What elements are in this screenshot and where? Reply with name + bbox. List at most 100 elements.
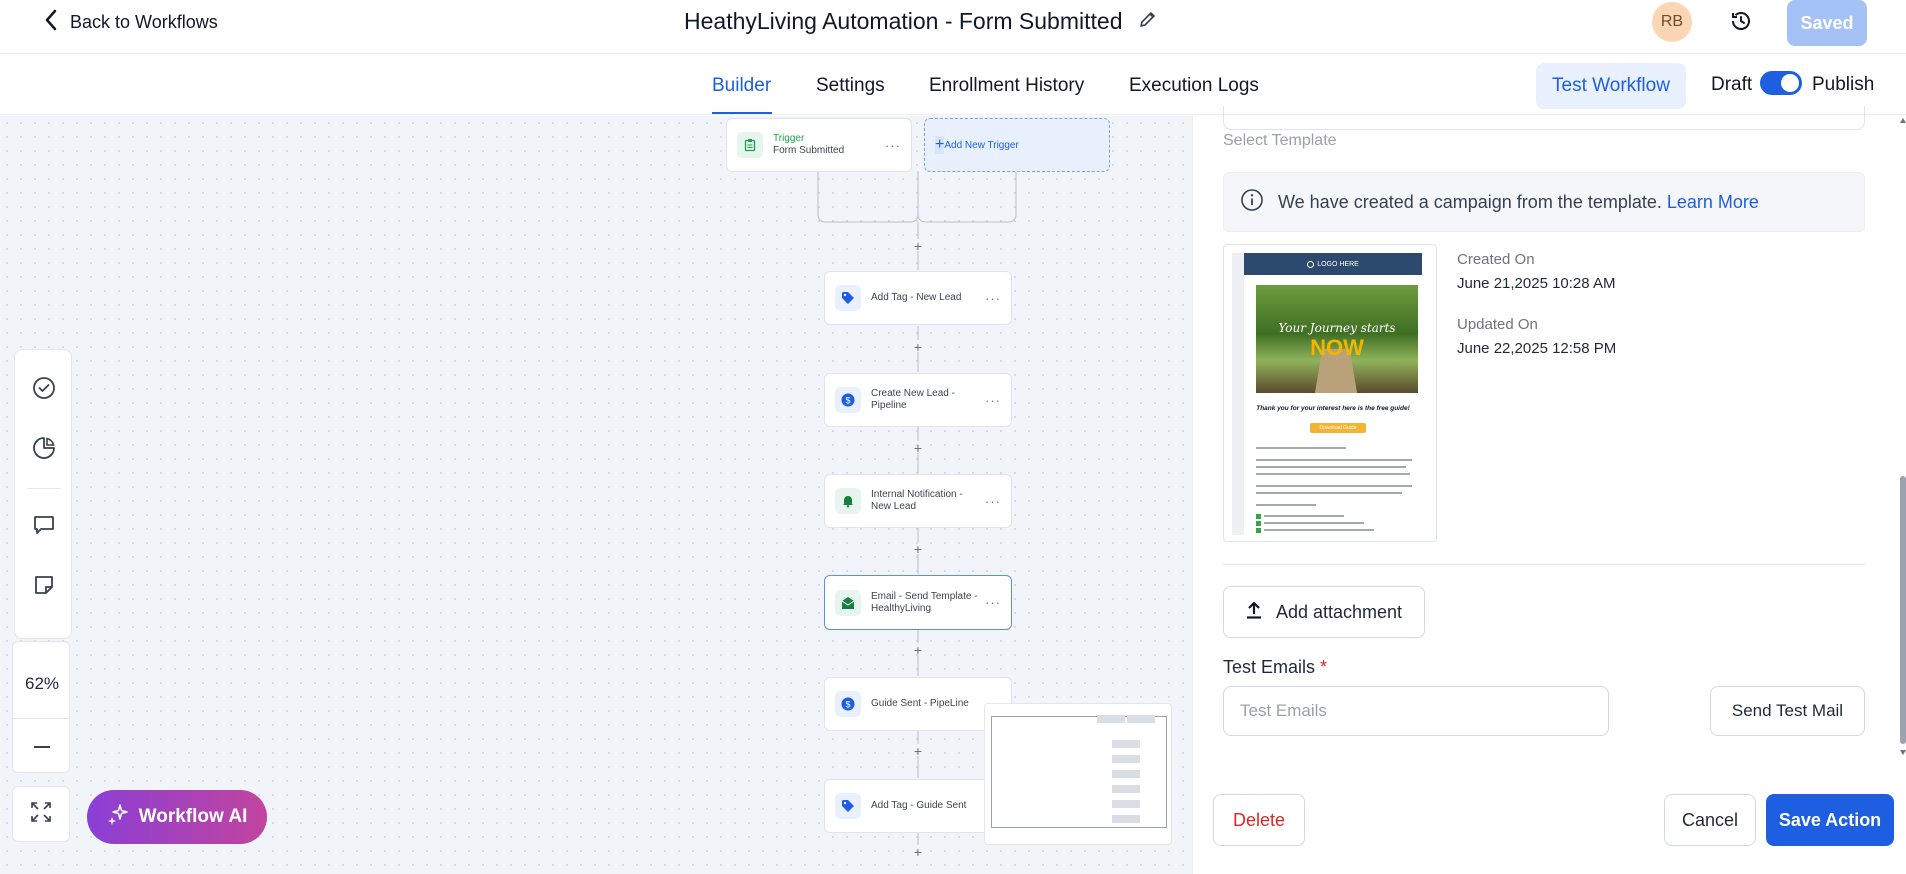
info-message: We have created a campaign from the temp… bbox=[1278, 191, 1662, 212]
workflow-title-text: HeathyLiving Automation - Form Submitted bbox=[684, 7, 1123, 34]
scroll-down-icon[interactable] bbox=[1900, 750, 1906, 755]
check-icon bbox=[1256, 521, 1261, 526]
preview-hero-big: NOW bbox=[1310, 335, 1364, 360]
workflow-canvas[interactable]: Trigger Form Submitted ··· + Add New Tri… bbox=[0, 116, 1192, 874]
workflow-node[interactable]: Internal Notification - New Lead ··· bbox=[824, 474, 1012, 528]
preview-text-line bbox=[1264, 515, 1344, 517]
workflow-node-selected[interactable]: Email - Send Template - HealthyLiving ··… bbox=[824, 575, 1012, 630]
preview-thanks: Thank you for your interest here is the … bbox=[1256, 405, 1410, 412]
template-select-field[interactable] bbox=[1223, 106, 1865, 130]
workflow-ai-button[interactable]: Workflow AI bbox=[87, 790, 267, 844]
add-attachment-label: Add attachment bbox=[1275, 601, 1403, 622]
scroll-thumb[interactable] bbox=[1900, 476, 1906, 744]
add-step-plus-icon[interactable]: + bbox=[912, 542, 924, 556]
preview-text-line bbox=[1256, 504, 1316, 506]
test-emails-label: Test Emails * bbox=[1223, 657, 1327, 678]
created-on-label: Created On bbox=[1457, 251, 1535, 268]
preview-text-line bbox=[1256, 485, 1412, 487]
learn-more-link[interactable]: Learn More bbox=[1667, 192, 1759, 212]
delete-button[interactable]: Delete bbox=[1213, 794, 1305, 846]
preview-text-line bbox=[1256, 459, 1412, 461]
check-icon bbox=[1256, 528, 1261, 533]
preview-hero-image: Your Journey starts NOW bbox=[1256, 285, 1418, 393]
info-text: We have created a campaign from the temp… bbox=[1278, 192, 1759, 213]
tag-icon bbox=[835, 793, 861, 819]
add-step-plus-icon[interactable]: + bbox=[912, 845, 924, 859]
save-action-button[interactable]: Save Action bbox=[1766, 794, 1894, 846]
test-emails-input[interactable] bbox=[1223, 686, 1609, 736]
more-options-icon[interactable]: ··· bbox=[985, 494, 1001, 509]
workflow-node[interactable]: $ Create New Lead - Pipeline ··· bbox=[824, 373, 1012, 427]
trigger-node[interactable]: Trigger Form Submitted ··· bbox=[726, 118, 912, 172]
top-bar: Back to Workflows HeathyLiving Automatio… bbox=[0, 0, 1906, 54]
more-options-icon[interactable]: ··· bbox=[985, 595, 1001, 610]
preview-hero-script: Your Journey starts bbox=[1278, 321, 1396, 335]
avatar[interactable]: RB bbox=[1652, 2, 1692, 42]
more-options-icon[interactable]: ··· bbox=[885, 138, 901, 153]
minimap-viewport[interactable] bbox=[991, 716, 1167, 828]
minimap-node bbox=[1112, 815, 1140, 823]
expand-icon bbox=[30, 801, 52, 828]
zoom-out-icon[interactable] bbox=[34, 746, 50, 748]
svg-text:$: $ bbox=[845, 396, 850, 406]
active-tab-indicator bbox=[712, 112, 772, 114]
logo-icon bbox=[1307, 260, 1315, 268]
workflow-node[interactable]: Add Tag - New Lead ··· bbox=[824, 271, 1012, 325]
pencil-icon[interactable] bbox=[1138, 8, 1158, 35]
preview-text-line bbox=[1264, 522, 1364, 524]
tab-settings[interactable]: Settings bbox=[816, 75, 885, 97]
minimap[interactable] bbox=[984, 703, 1172, 845]
info-icon bbox=[1240, 188, 1264, 217]
add-step-plus-icon[interactable]: + bbox=[912, 744, 924, 758]
plus-icon: + bbox=[935, 136, 945, 154]
tag-icon bbox=[835, 285, 861, 311]
node-label: Add Tag - Guide Sent bbox=[871, 800, 967, 811]
check-circle-icon[interactable] bbox=[32, 376, 56, 400]
tab-builder[interactable]: Builder bbox=[712, 75, 771, 97]
add-step-plus-icon[interactable]: + bbox=[912, 441, 924, 455]
tab-execution-logs[interactable]: Execution Logs bbox=[1129, 75, 1259, 97]
saved-button[interactable]: Saved bbox=[1787, 0, 1867, 46]
zoom-level: 62% bbox=[24, 674, 60, 693]
back-to-workflows-link[interactable]: Back to Workflows bbox=[44, 8, 218, 36]
canvas-tool-panel bbox=[14, 349, 72, 639]
updated-on-value: June 22,2025 12:58 PM bbox=[1457, 340, 1617, 357]
zoom-controls: 62% bbox=[12, 641, 71, 773]
minimap-node bbox=[1112, 800, 1140, 808]
required-marker: * bbox=[1320, 657, 1328, 677]
more-options-icon[interactable]: ··· bbox=[985, 393, 1001, 408]
action-settings-panel: Select Template We have created a campai… bbox=[1192, 106, 1906, 874]
minimap-node bbox=[1112, 785, 1140, 793]
svg-text:$: $ bbox=[845, 700, 850, 710]
node-label: Email - Send Template - HealthyLiving bbox=[871, 590, 978, 614]
tab-enrollment-history[interactable]: Enrollment History bbox=[929, 75, 1084, 97]
more-options-icon[interactable]: ··· bbox=[985, 291, 1001, 306]
comment-icon[interactable] bbox=[32, 513, 56, 537]
bell-icon bbox=[835, 488, 861, 514]
sticky-note-icon[interactable] bbox=[32, 573, 56, 597]
test-workflow-button[interactable]: Test Workflow bbox=[1536, 63, 1686, 109]
updated-on-label: Updated On bbox=[1457, 316, 1538, 333]
pie-chart-icon[interactable] bbox=[32, 436, 56, 460]
template-preview[interactable]: LOGO HERE Your Journey starts NOW Thank … bbox=[1223, 244, 1437, 542]
publish-toggle[interactable] bbox=[1760, 71, 1802, 95]
trigger-name: Form Submitted bbox=[773, 145, 845, 156]
email-preview: LOGO HERE Your Journey starts NOW Thank … bbox=[1244, 253, 1422, 535]
add-step-plus-icon[interactable]: + bbox=[912, 643, 924, 657]
trigger-text: Trigger Form Submitted bbox=[773, 133, 885, 157]
add-new-trigger-button[interactable]: + Add New Trigger bbox=[924, 118, 1110, 172]
panel-scrollbar[interactable] bbox=[1899, 116, 1906, 756]
send-test-mail-button[interactable]: Send Test Mail bbox=[1710, 686, 1865, 736]
add-attachment-button[interactable]: Add attachment bbox=[1223, 586, 1425, 638]
divider bbox=[1223, 564, 1865, 565]
cancel-button[interactable]: Cancel bbox=[1664, 794, 1756, 846]
fit-view-button[interactable] bbox=[12, 786, 70, 842]
history-icon[interactable] bbox=[1726, 6, 1756, 36]
toggle-knob bbox=[1781, 74, 1799, 92]
add-step-plus-icon[interactable]: + bbox=[912, 340, 924, 354]
workflow-ai-label: Workflow AI bbox=[138, 806, 248, 827]
preview-header: LOGO HERE bbox=[1244, 253, 1422, 275]
scroll-up-icon[interactable] bbox=[1900, 118, 1906, 123]
node-label: Add Tag - New Lead bbox=[871, 292, 962, 303]
add-step-plus-icon[interactable]: + bbox=[912, 239, 924, 253]
